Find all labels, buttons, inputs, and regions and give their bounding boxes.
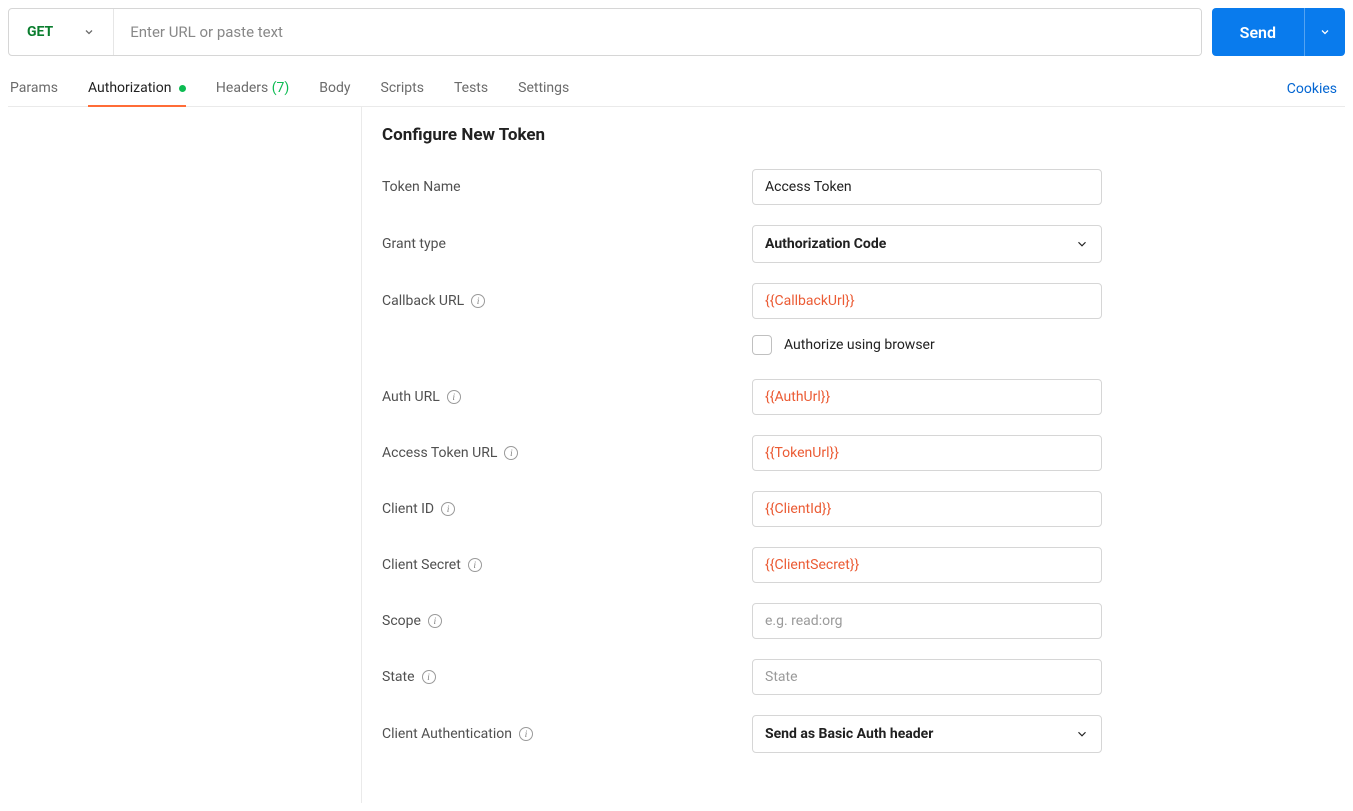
select-client-authentication[interactable]: Send as Basic Auth header [752, 715, 1102, 753]
row-authorize-browser: Authorize using browser [752, 335, 1102, 355]
row-client-secret: Client Secret i [382, 547, 1325, 583]
label-callback-url: Callback URL i [382, 293, 752, 309]
input-scope[interactable] [752, 603, 1102, 639]
send-button-group: Send [1212, 8, 1345, 56]
info-icon[interactable]: i [428, 614, 442, 628]
label-auth-url: Auth URL i [382, 389, 752, 405]
info-icon[interactable]: i [468, 558, 482, 572]
chevron-down-icon [1075, 237, 1089, 251]
left-column [8, 107, 362, 803]
row-scope: Scope i [382, 603, 1325, 639]
row-token-name: Token Name [382, 169, 1325, 205]
url-input[interactable] [114, 9, 1200, 55]
row-grant-type: Grant type Authorization Code [382, 225, 1325, 263]
label-access-token-url: Access Token URL i [382, 445, 752, 461]
input-callback-url[interactable] [752, 283, 1102, 319]
request-bar: GET Send [8, 8, 1345, 56]
select-grant-type[interactable]: Authorization Code [752, 225, 1102, 263]
row-state: State i [382, 659, 1325, 695]
info-icon[interactable]: i [422, 670, 436, 684]
tab-label: Headers [216, 80, 268, 96]
tab-params[interactable]: Params [10, 72, 58, 106]
row-access-token-url: Access Token URL i [382, 435, 1325, 471]
tab-tests[interactable]: Tests [454, 72, 488, 106]
input-auth-url[interactable] [752, 379, 1102, 415]
tab-scripts[interactable]: Scripts [381, 72, 424, 106]
row-client-authentication: Client Authentication i Send as Basic Au… [382, 715, 1325, 753]
input-access-token-url[interactable] [752, 435, 1102, 471]
label-grant-type: Grant type [382, 236, 752, 252]
headers-count: (7) [272, 80, 290, 96]
tabs: Params Authorization Headers (7) Body Sc… [10, 72, 569, 106]
input-state[interactable] [752, 659, 1102, 695]
info-icon[interactable]: i [471, 294, 485, 308]
input-client-secret[interactable] [752, 547, 1102, 583]
label-authorize-browser: Authorize using browser [784, 337, 935, 353]
tab-label: Authorization [88, 80, 171, 96]
input-token-name[interactable] [752, 169, 1102, 205]
label-token-name: Token Name [382, 179, 752, 195]
chevron-down-icon [1319, 26, 1331, 38]
section-title: Configure New Token [382, 125, 1325, 145]
info-icon[interactable]: i [441, 502, 455, 516]
checkbox-authorize-browser[interactable] [752, 335, 772, 355]
input-client-id[interactable] [752, 491, 1102, 527]
row-client-id: Client ID i [382, 491, 1325, 527]
label-client-id: Client ID i [382, 501, 752, 517]
label-scope: Scope i [382, 613, 752, 629]
info-icon[interactable]: i [519, 727, 533, 741]
tab-settings[interactable]: Settings [518, 72, 569, 106]
tab-headers[interactable]: Headers (7) [216, 72, 289, 106]
cookies-link[interactable]: Cookies [1287, 81, 1343, 97]
tabs-row: Params Authorization Headers (7) Body Sc… [8, 72, 1345, 107]
label-client-secret: Client Secret i [382, 557, 752, 573]
content-area: Configure New Token Token Name Grant typ… [8, 107, 1345, 803]
info-icon[interactable]: i [447, 390, 461, 404]
select-value: Authorization Code [765, 236, 886, 252]
chevron-down-icon [1075, 727, 1089, 741]
right-column: Configure New Token Token Name Grant typ… [362, 107, 1345, 803]
row-auth-url: Auth URL i [382, 379, 1325, 415]
send-dropdown-button[interactable] [1304, 8, 1345, 56]
select-value: Send as Basic Auth header [765, 726, 933, 742]
url-group: GET [8, 8, 1202, 56]
method-select[interactable]: GET [9, 9, 114, 55]
tab-authorization[interactable]: Authorization [88, 72, 186, 106]
status-dot-icon [179, 85, 186, 92]
info-icon[interactable]: i [504, 446, 518, 460]
row-callback-url: Callback URL i [382, 283, 1325, 319]
send-button[interactable]: Send [1212, 8, 1304, 56]
label-client-authentication: Client Authentication i [382, 726, 752, 742]
method-label: GET [27, 24, 53, 40]
chevron-down-icon [83, 26, 95, 38]
label-state: State i [382, 669, 752, 685]
tab-body[interactable]: Body [319, 72, 350, 106]
